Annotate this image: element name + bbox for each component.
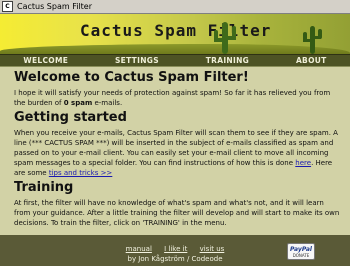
getting-started-body: When you receive your e-mails, Cactus Sp… — [14, 129, 338, 167]
menu-settings[interactable]: SETTINGS — [115, 56, 159, 65]
content-panel: Welcome to Cactus Spam Filter! I hope it… — [0, 67, 350, 235]
header-banner: Cactus Spam Filter — [0, 14, 350, 54]
spam-count: 0 spam — [63, 99, 93, 107]
paypal-label: PayPal — [290, 245, 312, 253]
menu-welcome[interactable]: WELCOME — [23, 56, 68, 65]
welcome-text: I hope it will satisfy your needs of pro… — [14, 88, 340, 108]
tips-link[interactable]: tips and tricks >> — [49, 169, 112, 177]
footer: manual I like it visit us by Jon Kågströ… — [0, 235, 350, 266]
cactus-icon — [214, 22, 236, 54]
cactus-small-icon — [303, 26, 322, 54]
menu-about[interactable]: ABOUT — [296, 56, 327, 65]
menu-training[interactable]: TRAINING — [206, 56, 249, 65]
app-icon[interactable]: C — [2, 1, 13, 12]
app-window: C Cactus Spam Filter Cactus Spam Filter … — [0, 0, 350, 266]
instructions-link[interactable]: here — [295, 159, 311, 167]
manual-link[interactable]: manual — [126, 245, 152, 253]
main-menu: WELCOME SETTINGS TRAINING ABOUT — [0, 54, 350, 67]
window-title: Cactus Spam Filter — [17, 2, 93, 11]
training-heading: Training — [14, 180, 74, 195]
welcome-heading: Welcome to Cactus Spam Filter! — [14, 70, 249, 85]
training-text: At first, the filter will have no knowle… — [14, 199, 340, 227]
getting-started-heading: Getting started — [14, 110, 127, 125]
donate-label: DONATE — [292, 252, 310, 258]
title-bar[interactable]: C Cactus Spam Filter — [0, 0, 350, 14]
welcome-text-before: I hope it will satisfy your needs of pro… — [14, 89, 331, 107]
like-link[interactable]: I like it — [164, 245, 187, 253]
welcome-text-after: e-mails. — [92, 99, 123, 107]
paypal-donate-button[interactable]: PayPal DONATE — [287, 243, 315, 260]
getting-started-text: When you receive your e-mails, Cactus Sp… — [14, 128, 340, 178]
visit-link[interactable]: visit us — [200, 245, 225, 253]
